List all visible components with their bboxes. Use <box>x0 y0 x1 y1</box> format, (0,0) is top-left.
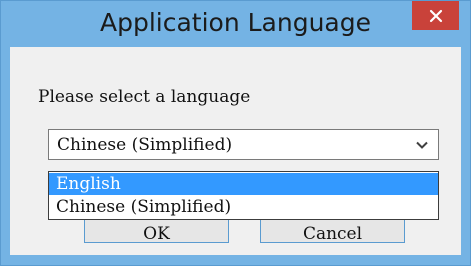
window-title: Application Language <box>99 8 371 37</box>
dialog-window: Application Language Please select a lan… <box>0 0 471 266</box>
language-dropdown-list: English Chinese (Simplified) <box>48 171 439 220</box>
title-bar[interactable]: Application Language <box>1 1 470 43</box>
language-combobox[interactable]: Chinese (Simplified) <box>48 129 439 160</box>
combobox-value: Chinese (Simplified) <box>57 135 233 155</box>
dialog-body: Please select a language Chinese (Simpli… <box>10 47 461 255</box>
close-icon <box>429 9 442 22</box>
prompt-label: Please select a language <box>38 87 251 107</box>
close-button[interactable] <box>412 1 459 30</box>
chevron-down-icon <box>416 141 428 149</box>
option-chinese-simplified[interactable]: Chinese (Simplified) <box>49 196 438 218</box>
option-english[interactable]: English <box>49 173 438 195</box>
